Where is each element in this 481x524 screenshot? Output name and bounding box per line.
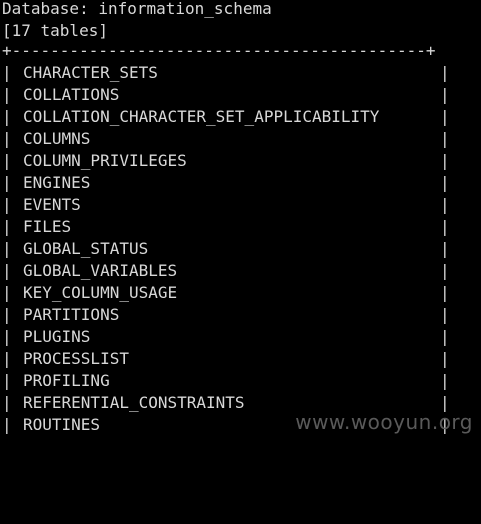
row-left-border: | bbox=[2, 371, 12, 390]
row-right-border: | bbox=[440, 129, 450, 148]
table-list: | CHARACTER_SETS | | COLLATIONS | | COLL… bbox=[0, 62, 481, 436]
row-right-border: | bbox=[440, 195, 450, 214]
table-row: | CHARACTER_SETS | bbox=[0, 62, 481, 84]
table-row: | COLUMNS | bbox=[0, 128, 481, 150]
table-row: | FILES | bbox=[0, 216, 481, 238]
table-row: | PROCESSLIST | bbox=[0, 348, 481, 370]
row-right-border: | bbox=[440, 305, 450, 324]
row-right-border: | bbox=[440, 239, 450, 258]
row-right-border: | bbox=[440, 371, 450, 390]
table-name: GLOBAL_VARIABLES bbox=[23, 261, 178, 280]
terminal-window[interactable]: Database: information_schema [17 tables]… bbox=[0, 0, 481, 448]
row-right-border: | bbox=[440, 107, 450, 126]
row-left-border: | bbox=[2, 327, 12, 346]
watermark: www.wooyun.org bbox=[295, 410, 473, 434]
row-left-border: | bbox=[2, 217, 12, 236]
row-left-border: | bbox=[2, 173, 12, 192]
table-name: COLLATION_CHARACTER_SET_APPLICABILITY bbox=[23, 107, 380, 126]
table-row: | COLLATIONS | bbox=[0, 84, 481, 106]
table-row: | PLUGINS | bbox=[0, 326, 481, 348]
table-name: EVENTS bbox=[23, 195, 81, 214]
table-name: COLLATIONS bbox=[23, 85, 120, 104]
table-name: FILES bbox=[23, 217, 72, 236]
row-left-border: | bbox=[2, 107, 12, 126]
row-left-border: | bbox=[2, 283, 12, 302]
table-row: | COLLATION_CHARACTER_SET_APPLICABILITY … bbox=[0, 106, 481, 128]
row-right-border: | bbox=[440, 327, 450, 346]
table-name: PARTITIONS bbox=[23, 305, 120, 324]
table-row: | ENGINES | bbox=[0, 172, 481, 194]
table-name: PLUGINS bbox=[23, 327, 91, 346]
row-right-border: | bbox=[440, 349, 450, 368]
table-name: CHARACTER_SETS bbox=[23, 63, 158, 82]
table-name: COLUMN_PRIVILEGES bbox=[23, 151, 187, 170]
row-left-border: | bbox=[2, 261, 12, 280]
row-right-border: | bbox=[440, 173, 450, 192]
table-count-line: [17 tables] bbox=[2, 21, 108, 40]
table-row: | PROFILING | bbox=[0, 370, 481, 392]
table-row: | GLOBAL_VARIABLES | bbox=[0, 260, 481, 282]
table-row: | PARTITIONS | bbox=[0, 304, 481, 326]
row-right-border: | bbox=[440, 283, 450, 302]
row-left-border: | bbox=[2, 415, 12, 434]
database-line: Database: information_schema bbox=[2, 0, 272, 18]
row-left-border: | bbox=[2, 129, 12, 148]
row-left-border: | bbox=[2, 63, 12, 82]
row-left-border: | bbox=[2, 85, 12, 104]
row-left-border: | bbox=[2, 349, 12, 368]
table-name: COLUMNS bbox=[23, 129, 91, 148]
row-left-border: | bbox=[2, 239, 12, 258]
row-right-border: | bbox=[440, 85, 450, 104]
table-row: | KEY_COLUMN_USAGE | bbox=[0, 282, 481, 304]
row-left-border: | bbox=[2, 305, 12, 324]
row-left-border: | bbox=[2, 195, 12, 214]
row-right-border: | bbox=[440, 63, 450, 82]
row-left-border: | bbox=[2, 393, 12, 412]
table-top-border: +---------------------------------------… bbox=[2, 41, 436, 60]
row-right-border: | bbox=[440, 261, 450, 280]
table-name: KEY_COLUMN_USAGE bbox=[23, 283, 178, 302]
table-row: | COLUMN_PRIVILEGES | bbox=[0, 150, 481, 172]
row-right-border: | bbox=[440, 151, 450, 170]
table-row: | GLOBAL_STATUS | bbox=[0, 238, 481, 260]
table-name: GLOBAL_STATUS bbox=[23, 239, 149, 258]
table-row: | EVENTS | bbox=[0, 194, 481, 216]
table-name: PROCESSLIST bbox=[23, 349, 129, 368]
table-name: REFERENTIAL_CONSTRAINTS bbox=[23, 393, 245, 412]
row-right-border: | bbox=[440, 217, 450, 236]
table-name: ROUTINES bbox=[23, 415, 101, 434]
row-left-border: | bbox=[2, 151, 12, 170]
table-name: PROFILING bbox=[23, 371, 110, 390]
table-name: ENGINES bbox=[23, 173, 91, 192]
